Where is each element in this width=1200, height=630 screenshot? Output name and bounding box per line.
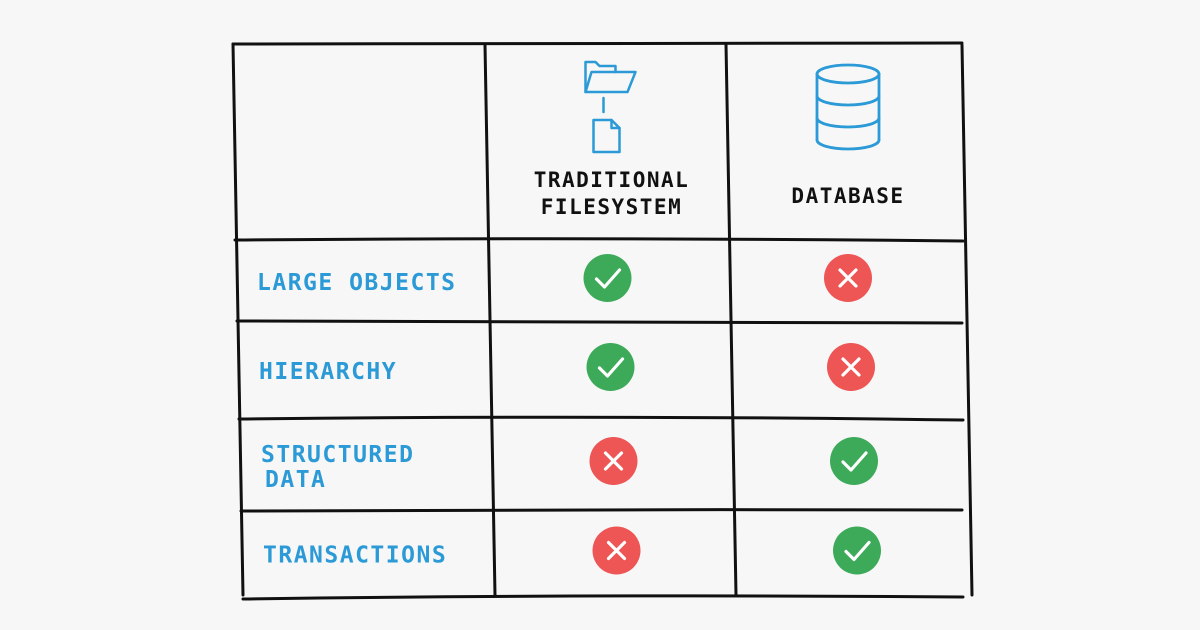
- grid-row-line: [235, 319, 964, 325]
- grid-column-line: [483, 43, 497, 597]
- row-label: DATA: [265, 467, 326, 493]
- comparison-table-grid: TRADITIONAL FILESYSTEM DATABASE LARGE OBJEC…: [231, 41, 974, 601]
- comparison-table: TRADITIONAL FILESYSTEM DATABASE LARGE OBJEC…: [0, 0, 1200, 630]
- grid-row-line: [237, 415, 965, 422]
- cross-icon: [827, 343, 875, 391]
- row-label: TRANSACTIONS: [263, 543, 447, 569]
- row-label: HIERARCHY: [259, 359, 397, 385]
- check-icon: [833, 526, 881, 575]
- column-header-label: TRADITIONAL: [534, 168, 690, 192]
- grid-row-line: [231, 41, 964, 46]
- grid-row-line: [239, 508, 964, 513]
- grid-column-line: [724, 42, 738, 597]
- column-header-label: FILESYSTEM: [541, 195, 682, 219]
- grid-column-line: [231, 42, 245, 597]
- check-icon: [586, 343, 635, 391]
- row-label: STRUCTURED: [261, 442, 414, 468]
- row-label: LARGE OBJECTS: [257, 270, 457, 296]
- check-icon: [583, 254, 632, 302]
- database-icon: [815, 63, 881, 151]
- cross-icon: [592, 526, 641, 575]
- check-icon: [830, 437, 878, 485]
- grid-row-line: [241, 594, 965, 601]
- grid-row-line: [233, 237, 965, 243]
- folder-file-icon: [584, 60, 637, 154]
- grid-column-line: [960, 43, 974, 597]
- cross-icon: [824, 254, 872, 302]
- column-header-label: DATABASE: [791, 184, 904, 208]
- cross-icon: [589, 437, 638, 485]
